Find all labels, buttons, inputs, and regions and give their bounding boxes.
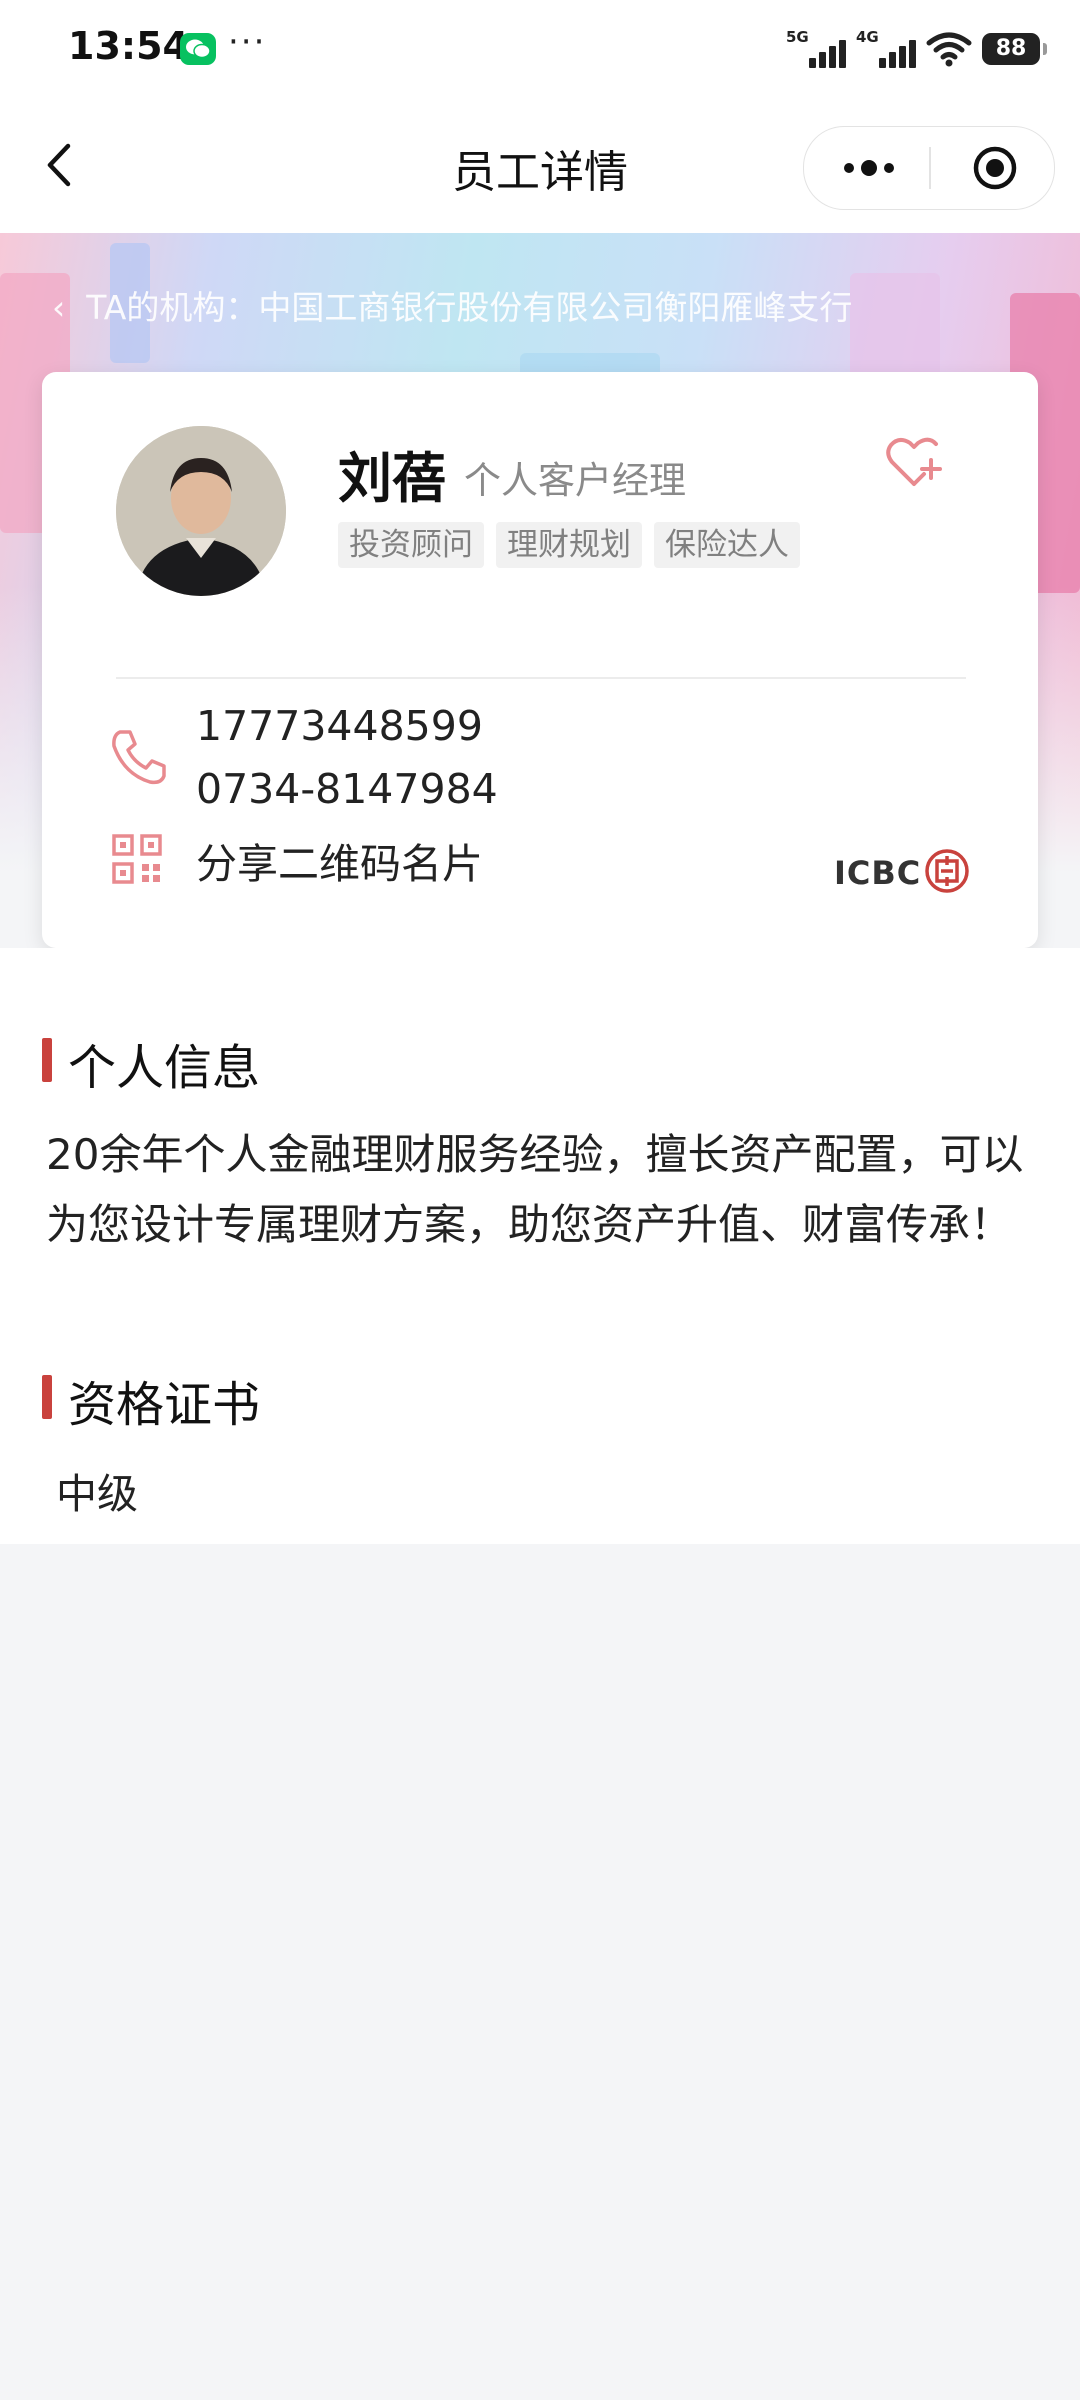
wifi-icon xyxy=(926,32,972,67)
close-miniprogram-icon[interactable] xyxy=(972,145,1018,191)
capsule-divider xyxy=(929,147,931,189)
battery-icon: 88 xyxy=(982,33,1047,65)
share-qr-card-link[interactable]: 分享二维码名片 xyxy=(196,830,483,890)
personal-intro-text: 20余年个人金融理财服务经验，擅长资产配置，可以为您设计专属理财方案，助您资产升… xyxy=(46,1130,1024,1249)
employee-name: 刘蓓 xyxy=(338,447,446,510)
org-name: 中国工商银行股份有限公司衡阳雁峰支行 xyxy=(258,288,853,327)
status-more-dots: ··· xyxy=(228,22,267,62)
heart-plus-icon[interactable] xyxy=(884,434,944,490)
phone-office[interactable]: 0734-8147984 xyxy=(196,765,498,813)
org-link[interactable]: ‹ TA的机构：中国工商银行股份有限公司衡阳雁峰支行 xyxy=(52,281,852,329)
tag-list: 投资顾问 理财规划 保险达人 xyxy=(338,522,800,568)
org-label: TA的机构： xyxy=(86,288,259,327)
section-marker xyxy=(42,1038,52,1082)
chevron-left-icon: ‹ xyxy=(52,288,87,327)
employee-card: 刘蓓 个人客户经理 投资顾问 理财规划 保险达人 17773448599 073… xyxy=(42,372,1038,948)
phone-mobile[interactable]: 17773448599 xyxy=(196,702,483,750)
certificate-value: 中级 xyxy=(56,1470,138,1518)
tag-chip: 理财规划 xyxy=(496,522,642,568)
status-time: 13:54 xyxy=(68,24,189,68)
status-indicators: 5G 4G 88 xyxy=(786,26,1047,72)
employee-detail-page: 13:54 ··· 5G 4G 88 员工详情 ‹ TA的机构：中国工商银行股份… xyxy=(0,0,1080,2400)
section-title-certificates: 资格证书 xyxy=(68,1377,261,1433)
section-marker xyxy=(42,1375,52,1419)
tag-chip: 投资顾问 xyxy=(338,522,484,568)
qr-code-icon[interactable] xyxy=(112,834,162,884)
signal-5g-icon: 5G xyxy=(786,28,846,70)
tag-chip: 保险达人 xyxy=(654,522,800,568)
detail-content: 个人信息 20余年个人金融理财服务经验，擅长资产配置，可以为您设计专属理财方案，… xyxy=(0,948,1080,1544)
icbc-logo-text: ICBC xyxy=(834,854,922,892)
network-label-5g: 5G xyxy=(786,28,809,46)
status-bar: 13:54 ··· 5G 4G 88 xyxy=(0,0,1080,100)
miniprogram-capsule xyxy=(803,126,1055,210)
wechat-icon xyxy=(180,33,216,65)
signal-4g-icon: 4G xyxy=(856,28,916,70)
avatar xyxy=(116,426,286,596)
section-title-personal-info: 个人信息 xyxy=(68,1040,261,1096)
nav-bar: 员工详情 xyxy=(0,100,1080,233)
more-menu-icon[interactable] xyxy=(839,149,899,187)
phone-icon[interactable] xyxy=(106,724,172,790)
employee-role: 个人客户经理 xyxy=(464,459,686,502)
icbc-logo-icon xyxy=(925,849,969,893)
network-label-4g: 4G xyxy=(856,28,879,46)
card-divider xyxy=(116,677,966,679)
